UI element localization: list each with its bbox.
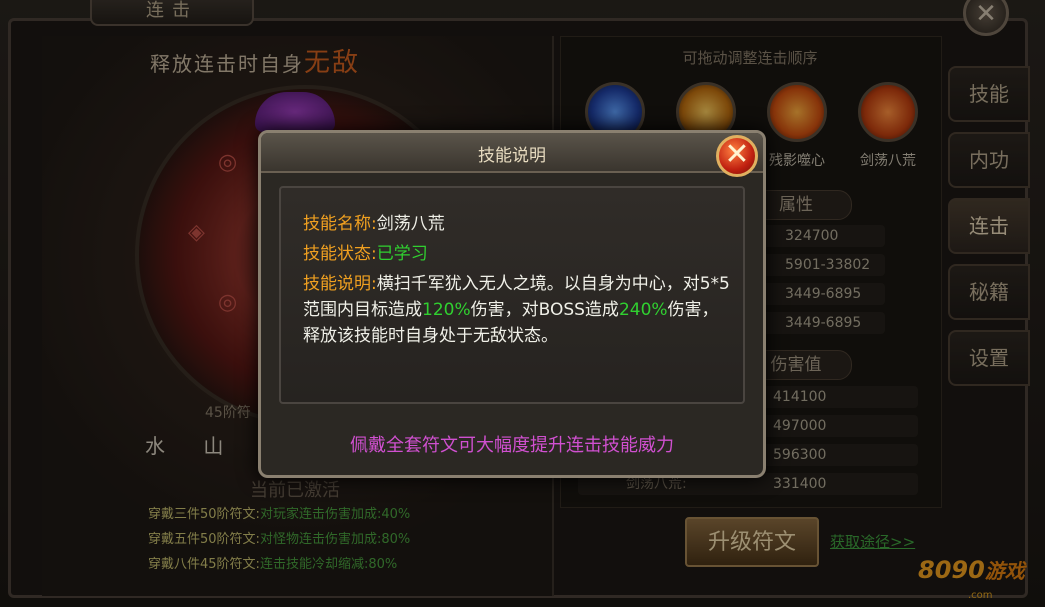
skill-status-key: 技能状态: xyxy=(303,244,377,264)
skill-status-value: 已学习 xyxy=(376,244,428,264)
skill-name-key: 技能名称: xyxy=(303,214,377,234)
dialog-title: 技能说明 xyxy=(478,146,546,166)
dialog-body: 技能名称:剑荡八荒 技能状态:已学习 技能说明:横扫千军犹入无人之境。以自身为中… xyxy=(279,186,745,404)
dialog-close-button[interactable]: ✕ xyxy=(716,135,758,177)
skill-name-value: 剑荡八荒 xyxy=(376,214,445,234)
skill-status-line: 技能状态:已学习 xyxy=(303,241,428,267)
skill-desc-percent: 120% xyxy=(422,300,471,320)
skill-description: 技能说明:横扫千军犹入无人之境。以自身为中心，对5*5范围内目标造成120%伤害… xyxy=(303,271,733,349)
skill-desc-percent: 240% xyxy=(618,300,668,320)
skill-description-dialog: 技能说明 ✕ 技能名称:剑荡八荒 技能状态:已学习 技能说明:横扫千军犹入无人之… xyxy=(258,130,766,478)
rune-tip: 佩戴全套符文可大幅度提升连击技能威力 xyxy=(350,435,674,456)
skill-name-line: 技能名称:剑荡八荒 xyxy=(303,211,445,237)
skill-desc-text: 伤害，对BOSS造成 xyxy=(470,300,619,320)
skill-desc-key: 技能说明: xyxy=(303,274,377,294)
